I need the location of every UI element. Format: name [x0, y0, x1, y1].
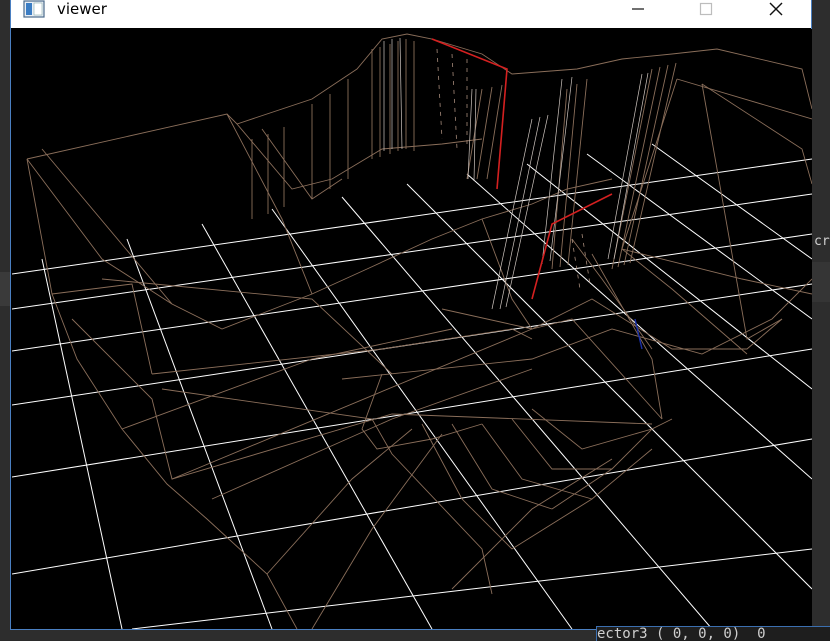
- mesh-outline: [26, 33, 812, 160]
- wireframe-scene[interactable]: [12, 29, 812, 629]
- background-window-strip: [812, 262, 830, 302]
- app-window-icon: [23, 0, 45, 18]
- mesh-outline: [451, 423, 553, 510]
- grid-line: [12, 438, 812, 575]
- selection-highlight: [431, 38, 613, 300]
- mesh-outline: [151, 328, 533, 375]
- viewer-window[interactable]: viewer: [10, 0, 812, 630]
- close-icon: [769, 2, 783, 16]
- mesh-outline: [511, 418, 612, 470]
- mesh-outline: [701, 83, 783, 340]
- mesh-strand: [541, 76, 573, 265]
- 3d-viewport[interactable]: [12, 29, 812, 629]
- mesh-panel: [466, 84, 503, 180]
- window-title: viewer: [57, 0, 107, 18]
- floor-grid: [12, 143, 812, 629]
- mesh-outline: [226, 113, 313, 295]
- grid-line: [41, 258, 123, 629]
- grid-line: [526, 163, 812, 390]
- minimize-button[interactable]: [615, 0, 661, 23]
- mesh-panel: [311, 79, 349, 199]
- close-button[interactable]: [753, 0, 799, 23]
- background-window-edge: [0, 272, 10, 306]
- mesh-strand: [383, 37, 403, 151]
- mesh-outline: [341, 278, 812, 380]
- maximize-icon: [699, 2, 713, 16]
- grid-line: [651, 143, 812, 260]
- maximize-button[interactable]: [683, 0, 729, 23]
- background-terminal-text: ector3 ( 0, 0, 0) 0: [596, 626, 830, 641]
- mesh-panel: [551, 78, 588, 270]
- background-window-text: cr: [814, 234, 830, 249]
- mesh-outline: [481, 423, 593, 500]
- mesh-outline: [551, 418, 673, 510]
- mesh-outline: [441, 298, 783, 350]
- mesh-outline: [171, 318, 663, 480]
- mesh-outline: [51, 283, 153, 375]
- mesh-highlight-strands: [383, 37, 649, 310]
- mesh-outline: [236, 123, 483, 190]
- mesh-outline: [71, 318, 653, 480]
- dashed-guides: [436, 48, 591, 290]
- mesh-outline: [451, 458, 613, 590]
- mesh-outline: [26, 158, 298, 629]
- mesh-outline: [161, 388, 493, 595]
- mesh-panel: [371, 39, 415, 159]
- mesh-panel: [251, 127, 285, 219]
- mesh-outline: [531, 408, 653, 450]
- mesh-outline: [621, 78, 812, 355]
- guide-line: [436, 48, 468, 150]
- grid-line: [12, 348, 812, 478]
- mesh-outline: [101, 278, 393, 375]
- grid-line: [201, 223, 433, 629]
- grid-line: [406, 183, 812, 590]
- minimize-icon: [632, 8, 644, 10]
- mesh-outline: [211, 368, 533, 500]
- mesh-outline: [701, 83, 812, 185]
- mesh-outline: [26, 158, 173, 305]
- grid-line: [131, 548, 812, 629]
- grid-line: [126, 238, 273, 629]
- title-bar[interactable]: viewer: [11, 0, 811, 28]
